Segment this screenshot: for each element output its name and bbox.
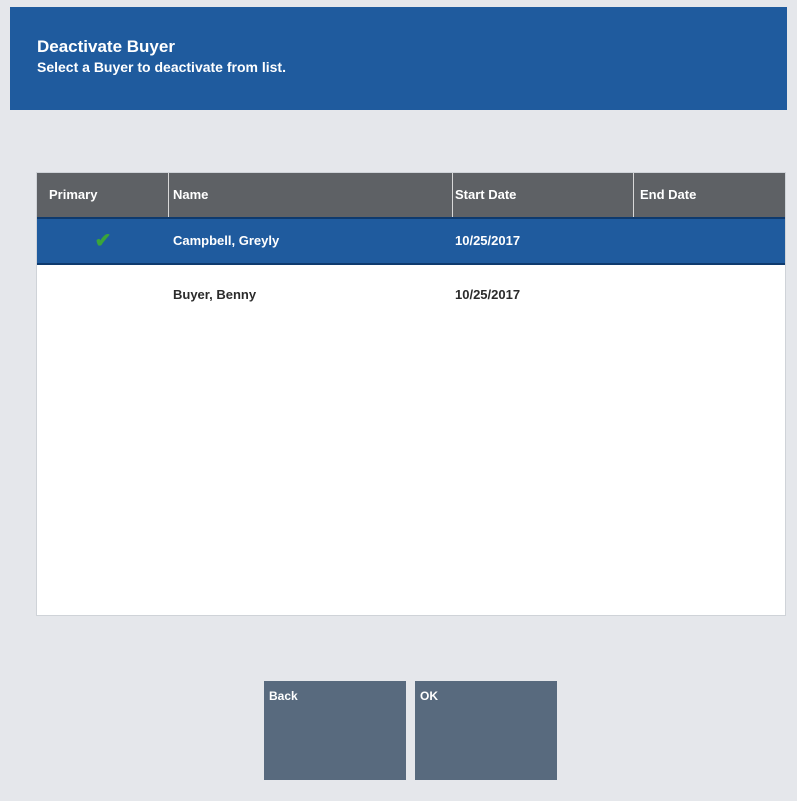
page-subtitle: Select a Buyer to deactivate from list. [37, 59, 286, 75]
end-date-cell [634, 271, 785, 319]
back-button[interactable]: Back [264, 681, 406, 780]
column-header-name[interactable]: Name [169, 173, 453, 217]
primary-cell [37, 271, 169, 319]
column-header-end-date[interactable]: End Date [634, 173, 785, 217]
table-row[interactable]: ✔ Campbell, Greyly 10/25/2017 [37, 217, 785, 265]
start-date-cell: 10/25/2017 [455, 233, 521, 248]
start-date-cell: 10/25/2017 [455, 287, 521, 302]
name-cell: Campbell, Greyly [173, 233, 280, 248]
page-title: Deactivate Buyer [37, 37, 175, 56]
column-header-primary[interactable]: Primary [37, 173, 169, 217]
end-date-cell [634, 219, 785, 263]
ok-button[interactable]: OK [415, 681, 557, 780]
table-header: Primary Name Start Date End Date [37, 173, 785, 217]
name-cell: Buyer, Benny [173, 287, 257, 302]
page-header: Deactivate Buyer Select a Buyer to deact… [10, 7, 787, 110]
table-row[interactable]: Buyer, Benny 10/25/2017 [37, 271, 785, 319]
primary-cell: ✔ [37, 219, 169, 263]
column-header-start-date[interactable]: Start Date [453, 173, 634, 217]
checkmark-icon: ✔ [94, 230, 112, 252]
buyer-table: Primary Name Start Date End Date ✔ Campb… [36, 172, 786, 616]
